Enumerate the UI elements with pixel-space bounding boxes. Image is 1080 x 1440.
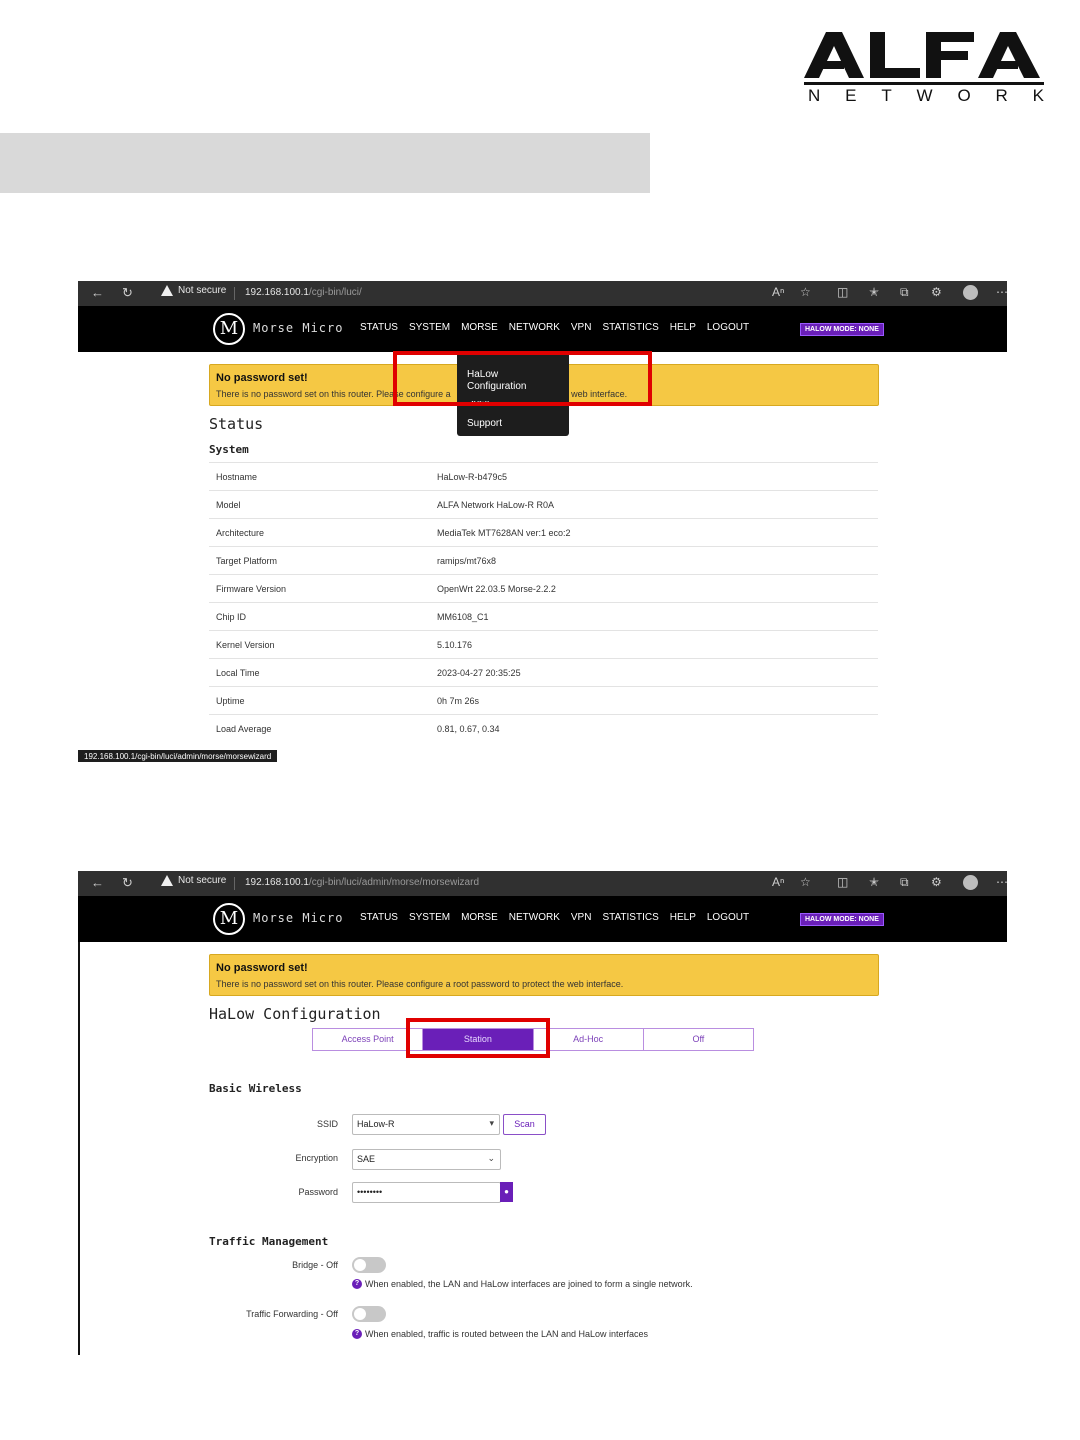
nav-network[interactable]: NETWORK bbox=[509, 912, 560, 923]
bridge-toggle[interactable] bbox=[352, 1257, 386, 1273]
reload-icon[interactable]: ↻ bbox=[122, 284, 133, 302]
table-row: Local Time 2023-04-27 20:35:25 bbox=[209, 658, 878, 686]
system-info-table: Hostname HaLow-R-b479c5 Model ALFA Network… bbox=[209, 462, 878, 742]
brand-name: Morse Micro bbox=[253, 321, 344, 335]
screenshot-status-page: ← ↻ Not secure 192.168.100.1/cgi-bin/luc… bbox=[78, 281, 1007, 762]
collections-icon[interactable]: ⧉ bbox=[900, 285, 909, 300]
address-bar[interactable]: 192.168.100.1/cgi-bin/luci/admin/morse/m… bbox=[245, 877, 479, 888]
ssid-label: SSID bbox=[316, 1119, 338, 1129]
halow-mode-badge: HALOW MODE: NONE bbox=[800, 323, 884, 336]
split-screen-icon[interactable]: ◫ bbox=[837, 285, 848, 299]
table-row: Kernel Version 5.10.176 bbox=[209, 630, 878, 658]
more-menu-icon[interactable]: ⋯ bbox=[996, 285, 1007, 299]
read-aloud-icon[interactable]: Aⁿ bbox=[772, 875, 784, 889]
nav-vpn[interactable]: VPN bbox=[571, 322, 592, 333]
highlight-box bbox=[406, 1018, 550, 1058]
security-warning[interactable]: Not secure bbox=[161, 875, 226, 886]
table-row: Chip ID MM6108_C1 bbox=[209, 602, 878, 630]
browser-toolbar: ← ↻ Not secure 192.168.100.1/cgi-bin/luc… bbox=[78, 871, 1007, 896]
nav-morse[interactable]: MORSE bbox=[461, 912, 498, 923]
dropdown-caret-icon: ▾ bbox=[489, 1118, 494, 1128]
table-row: Uptime 0h 7m 26s bbox=[209, 686, 878, 714]
favorites-icon[interactable]: ✭ bbox=[869, 285, 879, 299]
page-title: HaLow Configuration bbox=[209, 1005, 381, 1023]
ssid-field[interactable]: HaLow-R ▾ bbox=[352, 1114, 500, 1135]
logo-network-text: NETWORK bbox=[808, 86, 1044, 105]
nav-help[interactable]: HELP bbox=[670, 322, 696, 333]
nav-network[interactable]: NETWORK bbox=[509, 322, 560, 333]
browser-toolbar: ← ↻ Not secure 192.168.100.1/cgi-bin/luc… bbox=[78, 281, 1007, 306]
collections-icon[interactable]: ⧉ bbox=[900, 875, 909, 890]
bridge-label: Bridge - Off bbox=[292, 1260, 338, 1270]
link-preview-url: 192.168.100.1/cgi-bin/luci/admin/morse/m… bbox=[78, 750, 278, 762]
more-menu-icon[interactable]: ⋯ bbox=[996, 875, 1007, 889]
halow-mode-badge: HALOW MODE: NONE bbox=[800, 913, 884, 926]
scan-button[interactable]: Scan bbox=[503, 1114, 546, 1135]
luci-navbar: M Morse Micro STATUS SYSTEM MORSE NETWOR… bbox=[78, 306, 1007, 352]
table-row: Firmware Version OpenWrt 22.03.5 Morse-2.… bbox=[209, 574, 878, 602]
menu-item-support[interactable]: Support bbox=[467, 418, 502, 429]
morse-micro-logo[interactable]: M bbox=[213, 313, 245, 345]
favorite-star-icon[interactable]: ☆ bbox=[800, 285, 811, 299]
help-icon: ? bbox=[352, 1279, 362, 1289]
section-title-traffic: Traffic Management bbox=[209, 1235, 329, 1248]
profile-avatar[interactable] bbox=[963, 285, 978, 300]
reload-icon[interactable]: ↻ bbox=[122, 874, 133, 892]
nav-status[interactable]: STATUS bbox=[360, 322, 398, 333]
extensions-icon[interactable]: ⚙ bbox=[931, 875, 942, 889]
encryption-select[interactable]: SAE ⌄ bbox=[352, 1149, 501, 1170]
nav-statistics[interactable]: STATISTICS bbox=[602, 912, 658, 923]
address-bar[interactable]: 192.168.100.1/cgi-bin/luci/ bbox=[245, 287, 362, 298]
nav-statistics[interactable]: STATISTICS bbox=[602, 322, 658, 333]
morse-micro-logo[interactable]: M bbox=[213, 903, 245, 935]
brand-name: Morse Micro bbox=[253, 911, 344, 925]
table-row: Architecture MediaTek MT7628AN ver:1 eco:… bbox=[209, 518, 878, 546]
help-icon: ? bbox=[352, 1329, 362, 1339]
forwarding-toggle[interactable] bbox=[352, 1306, 386, 1322]
favorites-icon[interactable]: ✭ bbox=[869, 875, 879, 889]
mode-ad-hoc[interactable]: Ad-Hoc bbox=[534, 1029, 644, 1050]
forwarding-help: ? When enabled, traffic is routed between… bbox=[352, 1329, 648, 1339]
nav-logout[interactable]: LOGOUT bbox=[707, 912, 749, 923]
table-row: Hostname HaLow-R-b479c5 bbox=[209, 462, 878, 490]
nav-system[interactable]: SYSTEM bbox=[409, 912, 450, 923]
password-field[interactable]: •••••••• bbox=[352, 1182, 501, 1203]
section-banner bbox=[0, 133, 650, 193]
screenshot-halow-config: ← ↻ Not secure 192.168.100.1/cgi-bin/luc… bbox=[78, 871, 1007, 1355]
section-title-system: System bbox=[209, 443, 249, 456]
table-row: Model ALFA Network HaLow-R R0A bbox=[209, 490, 878, 518]
table-row: Load Average 0.81, 0.67, 0.34 bbox=[209, 714, 878, 742]
nav-morse[interactable]: MORSE bbox=[461, 322, 498, 333]
encryption-label: Encryption bbox=[295, 1153, 338, 1163]
luci-navbar: M Morse Micro STATUS SYSTEM MORSE NETWOR… bbox=[78, 896, 1007, 942]
warning-icon bbox=[161, 285, 173, 296]
main-menu: STATUS SYSTEM MORSE NETWORK VPN STATISTI… bbox=[360, 912, 749, 923]
extensions-icon[interactable]: ⚙ bbox=[931, 285, 942, 299]
section-title-basic-wireless: Basic Wireless bbox=[209, 1082, 302, 1095]
main-menu: STATUS SYSTEM MORSE NETWORK VPN STATISTI… bbox=[360, 322, 749, 333]
warning-icon bbox=[161, 875, 173, 886]
mode-off[interactable]: Off bbox=[644, 1029, 753, 1050]
security-warning[interactable]: Not secure bbox=[161, 285, 226, 296]
back-icon[interactable]: ← bbox=[91, 284, 104, 302]
bridge-help: ? When enabled, the LAN and HaLow interfa… bbox=[352, 1279, 693, 1289]
nav-help[interactable]: HELP bbox=[670, 912, 696, 923]
split-screen-icon[interactable]: ◫ bbox=[837, 875, 848, 889]
chevron-down-icon: ⌄ bbox=[487, 1153, 495, 1163]
password-label: Password bbox=[298, 1187, 338, 1197]
table-row: Target Platform ramips/mt76x8 bbox=[209, 546, 878, 574]
password-alert: No password set! There is no password se… bbox=[209, 954, 879, 996]
nav-status[interactable]: STATUS bbox=[360, 912, 398, 923]
highlight-box bbox=[393, 351, 652, 406]
read-aloud-icon[interactable]: Aⁿ bbox=[772, 285, 784, 299]
profile-avatar[interactable] bbox=[963, 875, 978, 890]
page-title: Status bbox=[209, 415, 264, 433]
reveal-password-icon[interactable]: ● bbox=[500, 1182, 513, 1202]
back-icon[interactable]: ← bbox=[91, 874, 104, 892]
forwarding-label: Traffic Forwarding - Off bbox=[246, 1309, 338, 1319]
nav-vpn[interactable]: VPN bbox=[571, 912, 592, 923]
favorite-star-icon[interactable]: ☆ bbox=[800, 875, 811, 889]
nav-system[interactable]: SYSTEM bbox=[409, 322, 450, 333]
nav-logout[interactable]: LOGOUT bbox=[707, 322, 749, 333]
